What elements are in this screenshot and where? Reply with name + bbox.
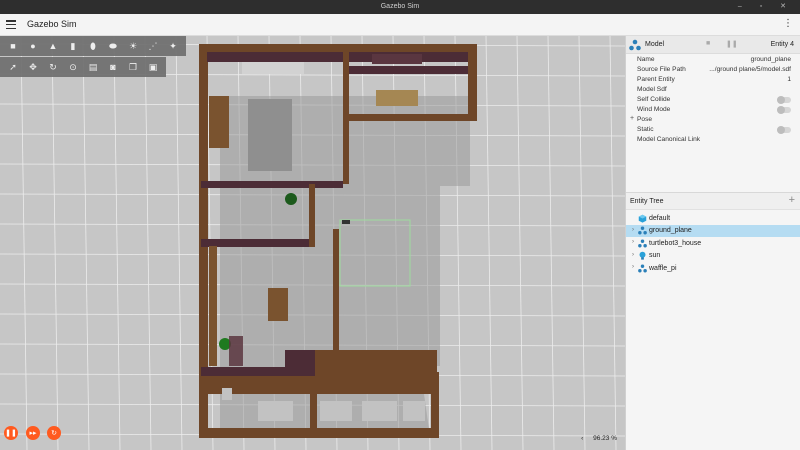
component-inspector-header: Model ■ ❚❚ Entity 4 [626, 36, 800, 54]
entity-tree-label: ground_plane [649, 227, 692, 234]
entity-tree-item[interactable]: › turtlebot3_house [626, 237, 800, 250]
expand-arrow-icon[interactable]: › [632, 252, 634, 258]
property-key: Model Sdf [637, 86, 667, 93]
window-title: Gazebo Sim [380, 3, 420, 10]
box-shape-icon[interactable]: ■ [3, 37, 23, 55]
toggle-switch[interactable] [777, 126, 791, 134]
inspector-title: Model [645, 41, 665, 48]
ellipsoid-shape-icon[interactable]: ⬬ [103, 37, 123, 55]
window-controls[interactable]: – ▫ ✕ [738, 0, 794, 14]
model-icon [638, 226, 647, 235]
property-key: Wind Mode [637, 106, 671, 113]
property-value: ground_plane [750, 56, 791, 63]
property-row: + Pose [626, 115, 800, 125]
reset-icon: ↻ [51, 430, 57, 437]
toggle-switch[interactable] [777, 106, 791, 114]
world-cube-icon [638, 214, 647, 223]
property-key: Pose [637, 116, 653, 123]
expand-arrow-icon[interactable]: › [632, 239, 634, 245]
sphere-shape-icon[interactable]: ● [23, 37, 43, 55]
play-pause-button[interactable]: ❚❚ [4, 426, 18, 440]
real-time-factor-value: 96.23 % [593, 435, 617, 442]
shapes-lights-toolbar: ■ ● ▲ ▮ ⬮ ⬬ ☀ ⋰ ✦ [0, 36, 186, 56]
capsule-shape-icon[interactable]: ⬮ [83, 37, 103, 55]
right-panel: Model ■ ❚❚ Entity 4 Name ground_plane Sour… [625, 36, 800, 450]
model-icon [638, 264, 647, 272]
model-icon [629, 39, 641, 51]
paste-icon[interactable]: ▣ [143, 58, 163, 76]
spot-light-icon[interactable]: ✦ [163, 37, 183, 55]
property-row: Wind Mode [626, 105, 800, 115]
scene-render[interactable] [0, 36, 625, 450]
entity-tree: default › ground_plane › turtlebot3_house › su… [626, 212, 800, 275]
hamburger-menu-icon[interactable] [6, 20, 16, 30]
add-entity-icon[interactable]: + [789, 194, 795, 206]
scale-icon[interactable]: ⊙ [63, 58, 83, 76]
cylinder-shape-icon[interactable]: ▮ [63, 37, 83, 55]
property-value: 1 [787, 76, 791, 83]
os-title-bar: Gazebo Sim – ▫ ✕ [0, 0, 800, 14]
entity-tree-header: Entity Tree + [626, 192, 800, 210]
entity-tree-label: default [649, 214, 671, 222]
entity-tree-title: Entity Tree [630, 198, 664, 205]
property-key: Self Collide [637, 96, 671, 103]
expand-arrow-icon[interactable]: › [632, 264, 634, 270]
step-forward-icon: ▸▸ [29, 430, 37, 437]
rtf-expand-icon[interactable]: ‹ [581, 435, 583, 442]
sun-light-icon[interactable]: ☀ [123, 37, 143, 55]
camera-icon[interactable]: ◙ [103, 58, 123, 76]
select-arrow-icon[interactable]: ➚ [3, 58, 23, 76]
directional-light-icon[interactable]: ⋰ [143, 37, 163, 55]
property-key: Static [637, 126, 654, 133]
property-row: Parent Entity 1 [626, 75, 800, 85]
light-bulb-icon [639, 251, 646, 260]
property-row: Self Collide [626, 95, 800, 105]
pose-expand-icon[interactable]: + [630, 115, 634, 122]
model-icon [638, 239, 647, 247]
property-key: Name [637, 56, 655, 63]
property-row: Static [626, 125, 800, 135]
entity-tree-item[interactable]: › waffle_pi [626, 262, 800, 275]
transform-toolbar: ➚ ✥ ↻ ⊙ ▤ ◙ ❐ ▣ [0, 57, 166, 77]
entity-id-label: Entity 4 [770, 41, 794, 48]
property-value: .../ground plane/5/model.sdf [709, 66, 791, 73]
kebab-menu-icon[interactable]: ⋮ [783, 19, 793, 29]
reset-button[interactable]: ↻ [47, 426, 61, 440]
pause-icon: ❚❚ [5, 430, 17, 437]
property-row: Source File Path .../ground plane/5/model… [626, 65, 800, 75]
entity-tree-item[interactable]: default [626, 212, 800, 225]
cone-shape-icon[interactable]: ▲ [43, 37, 63, 55]
copy-icon[interactable]: ❐ [123, 58, 143, 76]
entity-tree-label: waffle_pi [649, 264, 677, 272]
entity-tree-item[interactable]: › ground_plane [626, 224, 800, 237]
entity-tree-item[interactable]: › sun [626, 250, 800, 263]
app-header: Gazebo Sim ⋮ [0, 14, 800, 36]
property-key: Source File Path [637, 66, 686, 73]
translate-icon[interactable]: ✥ [23, 58, 43, 76]
screenshot-icon[interactable]: ▤ [83, 58, 103, 76]
property-row: Model Sdf [626, 85, 800, 95]
entity-tree-label: sun [649, 252, 661, 259]
property-row: Model Canonical Link [626, 135, 800, 145]
app-title: Gazebo Sim [27, 19, 77, 29]
component-properties: Name ground_plane Source File Path .../grou… [626, 54, 800, 145]
toggle-switch[interactable] [777, 96, 791, 104]
lock-icon[interactable]: ■ [706, 40, 710, 47]
gazebo-window: Gazebo Sim – ▫ ✕ Gazebo Sim ⋮ ■ ● ▲ ▮ ⬮ … [0, 0, 800, 450]
rotate-icon[interactable]: ↻ [43, 58, 63, 76]
property-key: Model Canonical Link [637, 136, 701, 143]
entity-tree-label: turtlebot3_house [649, 239, 702, 247]
property-row: Name ground_plane [626, 55, 800, 65]
scene-3d-viewport[interactable]: ■ ● ▲ ▮ ⬮ ⬬ ☀ ⋰ ✦ ➚ ✥ ↻ ⊙ ▤ ◙ ❐ ▣ ❚❚ ▸▸ ↻ ‹ 96.23 % [0, 36, 625, 450]
step-button[interactable]: ▸▸ [26, 426, 40, 440]
expand-arrow-icon[interactable]: › [632, 227, 634, 233]
pause-inspector-icon[interactable]: ❚❚ [726, 40, 738, 48]
real-time-factor: ‹ 96.23 % [581, 435, 617, 442]
property-key: Parent Entity [637, 76, 675, 83]
